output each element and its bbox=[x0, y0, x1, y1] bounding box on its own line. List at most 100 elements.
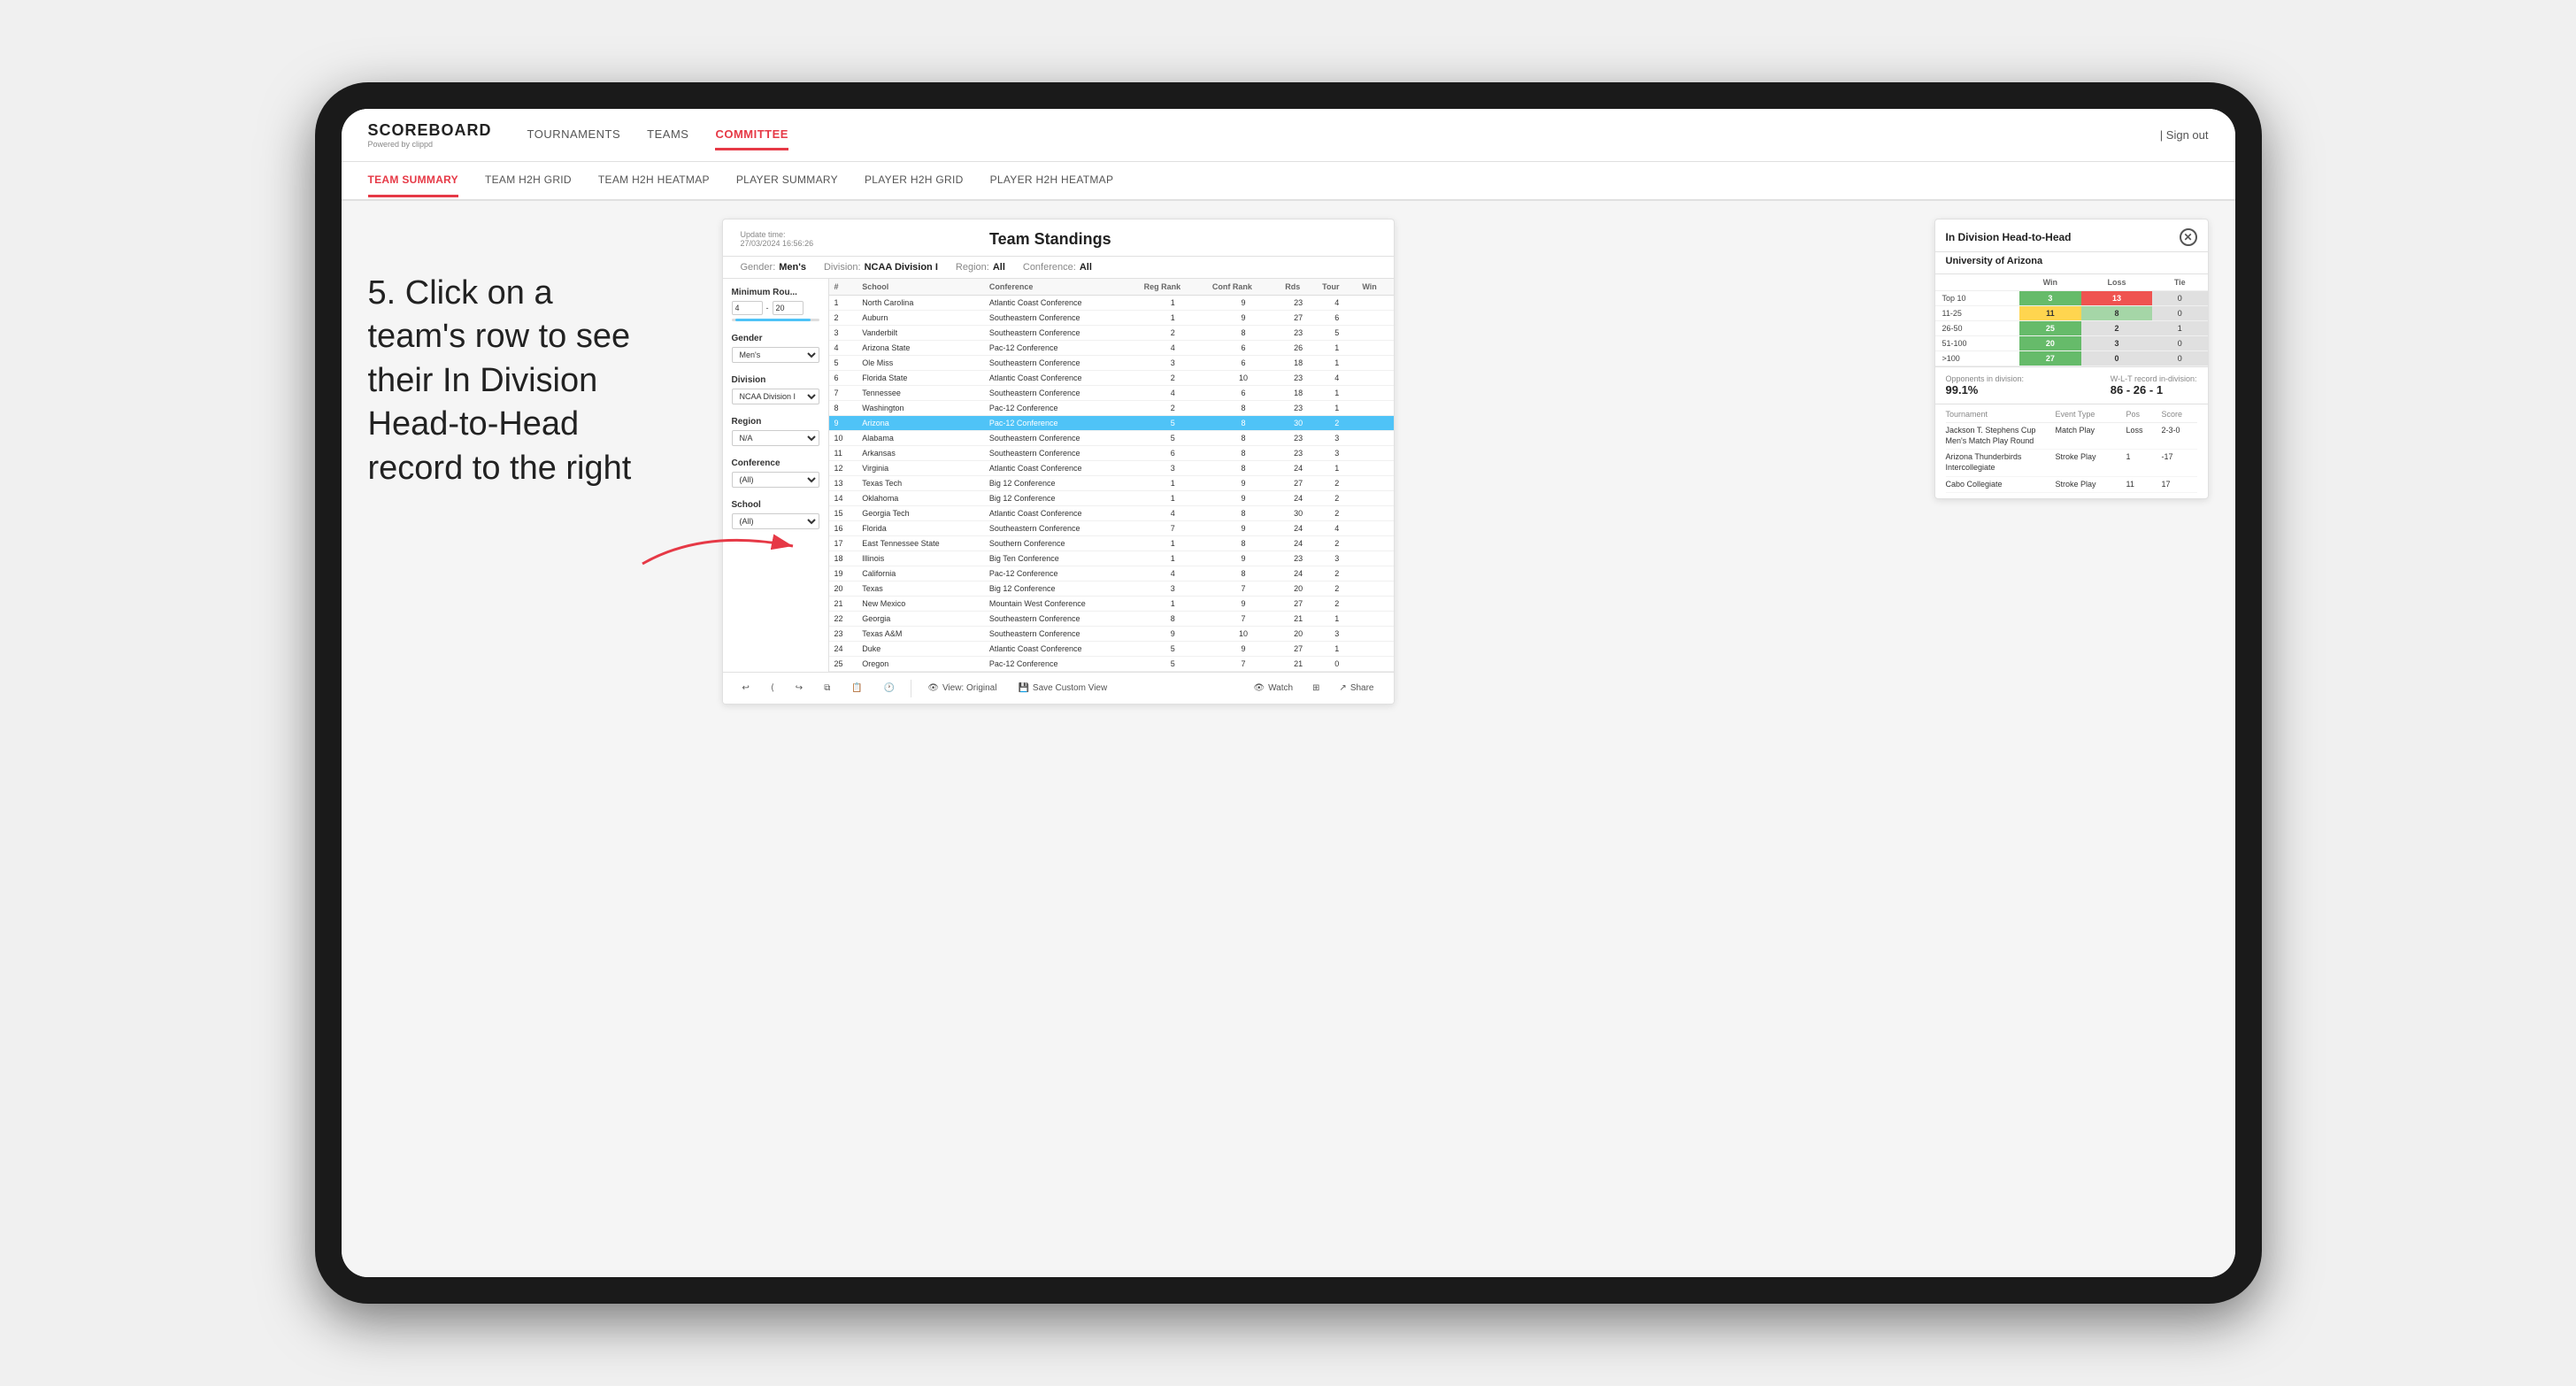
cell-win bbox=[1357, 551, 1393, 566]
col-school: School bbox=[857, 279, 984, 296]
table-row[interactable]: 4 Arizona State Pac-12 Conference 4 6 26… bbox=[829, 341, 1394, 356]
cell-conference: Big 12 Conference bbox=[984, 581, 1139, 597]
cell-conf-rank: 8 bbox=[1207, 416, 1280, 431]
cell-conference: Atlantic Coast Conference bbox=[984, 461, 1139, 476]
table-row[interactable]: 18 Illinois Big Ten Conference 1 9 23 3 bbox=[829, 551, 1394, 566]
cell-tour: 4 bbox=[1317, 296, 1357, 311]
max-rounds-input[interactable] bbox=[773, 301, 804, 315]
min-rounds-input[interactable] bbox=[732, 301, 763, 315]
undo-button[interactable]: ↩ bbox=[737, 681, 755, 696]
nav-teams[interactable]: TEAMS bbox=[647, 120, 688, 150]
table-row[interactable]: 25 Oregon Pac-12 Conference 5 7 21 0 bbox=[829, 657, 1394, 672]
save-custom-button[interactable]: 💾 Save Custom View bbox=[1012, 681, 1112, 696]
instruction-text: 5. Click on a team's row to see their In… bbox=[368, 272, 634, 490]
copy-button[interactable]: ⧉ bbox=[819, 681, 835, 696]
cell-tour: 2 bbox=[1317, 416, 1357, 431]
table-row[interactable]: 1 North Carolina Atlantic Coast Conferen… bbox=[829, 296, 1394, 311]
table-row[interactable]: 2 Auburn Southeastern Conference 1 9 27 … bbox=[829, 311, 1394, 326]
tour-pos: 1 bbox=[2126, 452, 2162, 473]
h2h-cell-win: 20 bbox=[2019, 336, 2081, 351]
cell-rank: 5 bbox=[829, 356, 857, 371]
tournament-row: Arizona Thunderbirds Intercollegiate Str… bbox=[1946, 450, 2197, 476]
cell-reg-rank: 1 bbox=[1139, 551, 1207, 566]
redo-button[interactable]: ↪ bbox=[790, 681, 808, 696]
h2h-table: Win Loss Tie Top 10 3 13 0 11-25 11 8 0 … bbox=[1935, 274, 2208, 366]
view-original-button[interactable]: 👁 View: Original bbox=[922, 681, 1002, 696]
table-row[interactable]: 9 Arizona Pac-12 Conference 5 8 30 2 bbox=[829, 416, 1394, 431]
cell-conf-rank: 7 bbox=[1207, 581, 1280, 597]
step-back-button[interactable]: ⟨ bbox=[765, 681, 780, 696]
sign-out-button[interactable]: | Sign out bbox=[2160, 128, 2209, 142]
h2h-cell-win: 27 bbox=[2019, 351, 2081, 366]
cell-rds: 20 bbox=[1280, 581, 1317, 597]
cell-school: Georgia bbox=[857, 612, 984, 627]
h2h-cell-label: >100 bbox=[1935, 351, 2019, 366]
table-row[interactable]: 10 Alabama Southeastern Conference 5 8 2… bbox=[829, 431, 1394, 446]
subnav-player-h2h-heatmap[interactable]: PLAYER H2H HEATMAP bbox=[990, 165, 1114, 197]
h2h-cell-tie: 0 bbox=[2152, 306, 2207, 321]
cell-tour: 1 bbox=[1317, 612, 1357, 627]
table-row[interactable]: 5 Ole Miss Southeastern Conference 3 6 1… bbox=[829, 356, 1394, 371]
division-select[interactable]: NCAA Division I bbox=[732, 389, 819, 404]
clock-button[interactable]: 🕐 bbox=[879, 681, 900, 696]
subnav-player-summary[interactable]: PLAYER SUMMARY bbox=[736, 165, 838, 197]
subnav-team-h2h-heatmap[interactable]: TEAM H2H HEATMAP bbox=[598, 165, 710, 197]
share-button[interactable]: ↗ Share bbox=[1334, 681, 1379, 696]
cell-conf-rank: 9 bbox=[1207, 521, 1280, 536]
h2h-close-button[interactable]: ✕ bbox=[2180, 228, 2197, 246]
cell-rds: 26 bbox=[1280, 341, 1317, 356]
cell-win bbox=[1357, 536, 1393, 551]
standings-area: # School Conference Reg Rank Conf Rank R… bbox=[829, 279, 1394, 672]
table-row[interactable]: 13 Texas Tech Big 12 Conference 1 9 27 2 bbox=[829, 476, 1394, 491]
table-row[interactable]: 3 Vanderbilt Southeastern Conference 2 8… bbox=[829, 326, 1394, 341]
subnav-player-h2h-grid[interactable]: PLAYER H2H GRID bbox=[865, 165, 964, 197]
cell-conference: Southeastern Conference bbox=[984, 612, 1139, 627]
h2h-cell-loss: 2 bbox=[2081, 321, 2152, 336]
nav-committee[interactable]: COMMITTEE bbox=[715, 120, 788, 150]
table-row[interactable]: 12 Virginia Atlantic Coast Conference 3 … bbox=[829, 461, 1394, 476]
region-select[interactable]: N/A bbox=[732, 430, 819, 446]
table-row[interactable]: 17 East Tennessee State Southern Confere… bbox=[829, 536, 1394, 551]
table-row[interactable]: 15 Georgia Tech Atlantic Coast Conferenc… bbox=[829, 506, 1394, 521]
h2h-cell-win: 11 bbox=[2019, 306, 2081, 321]
gender-select[interactable]: Men's bbox=[732, 347, 819, 363]
cell-win bbox=[1357, 612, 1393, 627]
paste-button[interactable]: 📋 bbox=[846, 681, 867, 696]
cell-conf-rank: 8 bbox=[1207, 566, 1280, 581]
cell-rank: 18 bbox=[829, 551, 857, 566]
table-row[interactable]: 7 Tennessee Southeastern Conference 4 6 … bbox=[829, 386, 1394, 401]
conference-select[interactable]: (All) bbox=[732, 472, 819, 488]
watch-button[interactable]: 👁 Watch bbox=[1248, 681, 1298, 696]
cell-tour: 1 bbox=[1317, 461, 1357, 476]
cell-rds: 20 bbox=[1280, 627, 1317, 642]
h2h-col-range bbox=[1935, 274, 2019, 291]
subnav-team-summary[interactable]: TEAM SUMMARY bbox=[368, 165, 458, 197]
table-row[interactable]: 11 Arkansas Southeastern Conference 6 8 … bbox=[829, 446, 1394, 461]
cell-rank: 17 bbox=[829, 536, 857, 551]
table-row[interactable]: 16 Florida Southeastern Conference 7 9 2… bbox=[829, 521, 1394, 536]
nav-tournaments[interactable]: TOURNAMENTS bbox=[527, 120, 621, 150]
table-row[interactable]: 21 New Mexico Mountain West Conference 1… bbox=[829, 597, 1394, 612]
table-row[interactable]: 8 Washington Pac-12 Conference 2 8 23 1 bbox=[829, 401, 1394, 416]
cell-reg-rank: 1 bbox=[1139, 536, 1207, 551]
subnav-team-h2h-grid[interactable]: TEAM H2H GRID bbox=[485, 165, 572, 197]
table-row[interactable]: 22 Georgia Southeastern Conference 8 7 2… bbox=[829, 612, 1394, 627]
panel-filters: Gender: Men's Division: NCAA Division I … bbox=[723, 257, 1394, 279]
table-row[interactable]: 24 Duke Atlantic Coast Conference 5 9 27… bbox=[829, 642, 1394, 657]
table-row[interactable]: 6 Florida State Atlantic Coast Conferenc… bbox=[829, 371, 1394, 386]
table-row[interactable]: 14 Oklahoma Big 12 Conference 1 9 24 2 bbox=[829, 491, 1394, 506]
cell-reg-rank: 2 bbox=[1139, 326, 1207, 341]
cell-conference: Pac-12 Conference bbox=[984, 657, 1139, 672]
cell-win bbox=[1357, 386, 1393, 401]
table-row[interactable]: 23 Texas A&M Southeastern Conference 9 1… bbox=[829, 627, 1394, 642]
cell-conf-rank: 8 bbox=[1207, 401, 1280, 416]
cell-reg-rank: 2 bbox=[1139, 371, 1207, 386]
min-rounds-range: - bbox=[732, 301, 819, 315]
cell-conference: Big Ten Conference bbox=[984, 551, 1139, 566]
layout-button[interactable]: ⊞ bbox=[1307, 681, 1325, 696]
table-row[interactable]: 20 Texas Big 12 Conference 3 7 20 2 bbox=[829, 581, 1394, 597]
table-row[interactable]: 19 California Pac-12 Conference 4 8 24 2 bbox=[829, 566, 1394, 581]
h2h-col-win: Win bbox=[2019, 274, 2081, 291]
cell-tour: 2 bbox=[1317, 536, 1357, 551]
filter-gender: Gender: Men's bbox=[741, 262, 806, 273]
